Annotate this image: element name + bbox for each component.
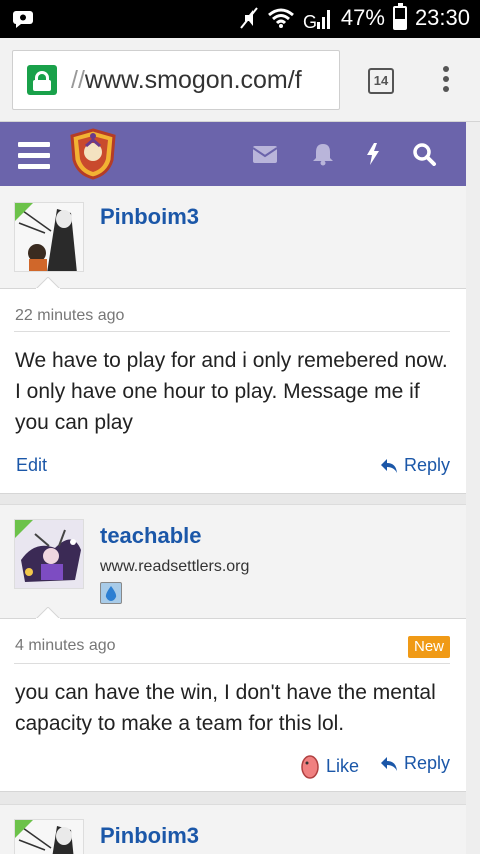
post-message: We have to play for and i only remebered… — [15, 349, 448, 434]
post-message: you can have the win, I don't have the m… — [15, 681, 436, 735]
username[interactable]: Pinboim3 — [100, 823, 199, 849]
divider — [14, 663, 450, 664]
like-button[interactable]: Like — [300, 753, 359, 779]
clock: 23:30 — [414, 5, 470, 30]
username[interactable]: teachable — [100, 523, 202, 549]
reply-button[interactable]: Reply — [380, 455, 450, 476]
mute-icon — [240, 7, 258, 29]
water-type-badge-icon — [100, 582, 122, 604]
post-author-header: Pinboim3 — [0, 186, 466, 288]
post-author-header: Pinboim3 — [0, 804, 466, 854]
user-title: www.readsettlers.org — [100, 558, 250, 575]
battery-percent: 47% — [340, 5, 385, 30]
overflow-menu-icon[interactable] — [436, 66, 456, 96]
edit-link[interactable]: Edit — [16, 455, 47, 476]
post: Pinboim3 22 minutes ago We have to play … — [0, 186, 466, 496]
battery-icon — [392, 3, 407, 30]
post-timestamp[interactable]: 4 minutes ago — [15, 637, 116, 655]
reply-button[interactable]: Reply — [380, 753, 450, 774]
wifi-icon — [267, 8, 294, 28]
search-icon[interactable] — [412, 142, 438, 166]
divider — [14, 331, 450, 332]
post-pointer — [36, 277, 60, 289]
lock-icon — [27, 65, 57, 95]
post: Pinboim3 — [0, 804, 466, 854]
notification-icon — [13, 11, 33, 28]
reply-icon — [381, 458, 397, 473]
post-body: 4 minutes ago New you can have the win, … — [0, 607, 466, 792]
menu-icon[interactable] — [18, 142, 50, 169]
envelope-icon[interactable] — [252, 142, 278, 166]
lightning-icon[interactable] — [360, 142, 386, 166]
post-timestamp[interactable]: 22 minutes ago — [15, 307, 124, 325]
bell-icon[interactable] — [310, 142, 336, 166]
svg-text:G: G — [303, 12, 317, 30]
avatar[interactable] — [14, 519, 84, 589]
signal-icon: G — [303, 10, 330, 30]
post-body: 22 minutes ago We have to play for and i… — [0, 277, 466, 494]
avatar[interactable] — [14, 819, 84, 854]
site-header — [0, 122, 466, 186]
status-bar: G 47% 23:30 — [0, 0, 480, 38]
reply-icon — [381, 756, 397, 771]
browser-toolbar: //www.smogon.com/f 14 — [0, 38, 480, 122]
url-text[interactable]: //www.smogon.com/f — [71, 66, 302, 95]
post-author-header: teachable www.readsettlers.org — [0, 504, 466, 618]
post: teachable www.readsettlers.org 4 minutes… — [0, 504, 466, 794]
post-pointer — [36, 607, 60, 619]
tab-switcher-button[interactable]: 14 — [368, 68, 394, 94]
new-badge: New — [408, 636, 450, 658]
username[interactable]: Pinboim3 — [100, 204, 199, 230]
avatar[interactable] — [14, 202, 84, 272]
page-gutter — [466, 122, 480, 854]
like-icon — [301, 755, 319, 779]
logo[interactable] — [68, 128, 118, 180]
address-bar[interactable]: //www.smogon.com/f — [12, 50, 340, 110]
